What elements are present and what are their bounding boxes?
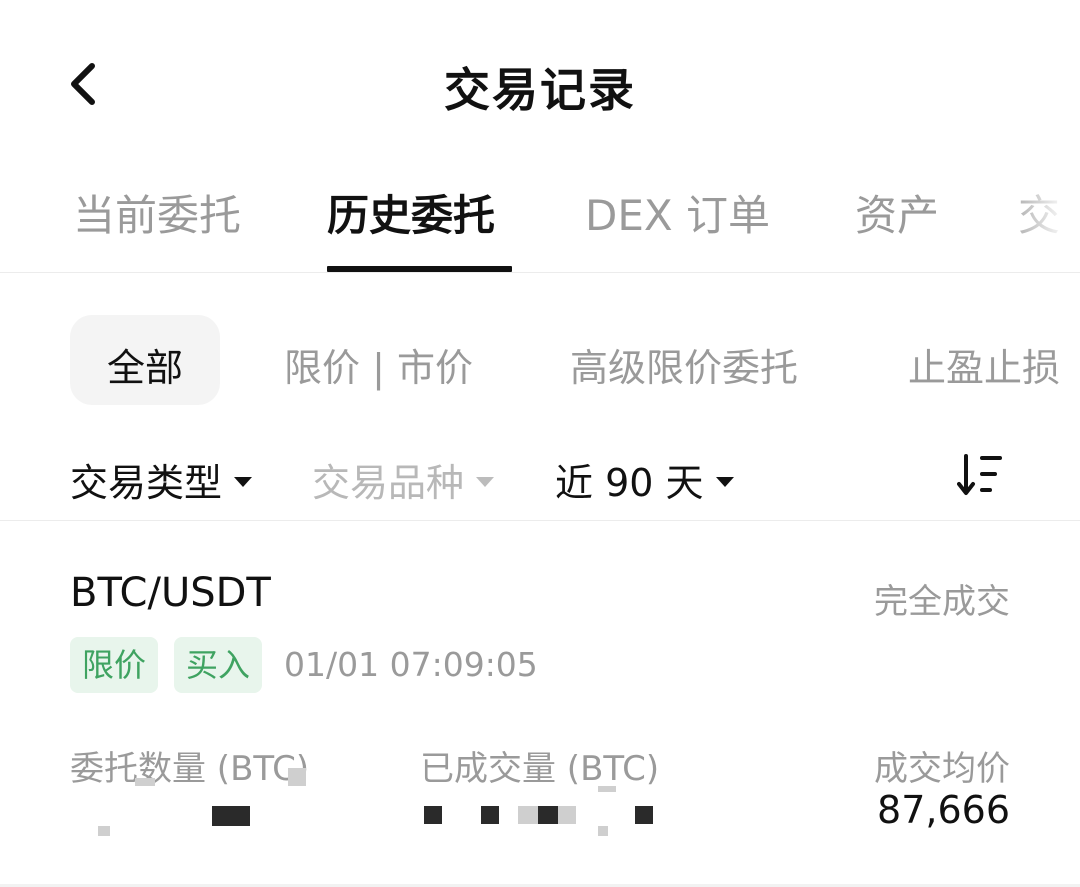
redacted-block [424, 806, 442, 824]
caret-down-icon [476, 476, 495, 487]
chip-all-label: 全部 [106, 346, 183, 390]
tab-order-history[interactable]: 历史委托 [327, 182, 495, 243]
tabs-fade-overlay [1000, 170, 1080, 250]
trade-symbol-dropdown[interactable]: 交易品种 [312, 452, 495, 507]
redacted-block [135, 778, 155, 786]
redacted-block [98, 826, 110, 836]
trade-type-label: 交易类型 [70, 461, 223, 505]
avg-price-value: 87,666 [877, 788, 1010, 832]
tab-current-orders[interactable]: 当前委托 [73, 182, 241, 243]
caret-down-icon [715, 476, 734, 487]
avg-price-label: 成交均价 [874, 749, 1010, 789]
order-side-tag: 买入 [174, 637, 263, 693]
redacted-block [481, 806, 499, 824]
redacted-block [558, 806, 576, 824]
chip-limit-market[interactable]: 限价 | 市价 [284, 337, 473, 392]
redacted-block [598, 786, 616, 792]
redacted-block [598, 826, 608, 836]
redacted-block [288, 768, 306, 786]
tab-dex-orders[interactable]: DEX 订单 [585, 182, 770, 243]
redacted-block [212, 806, 250, 826]
filters-divider [0, 520, 1080, 521]
order-status: 完全成交 [874, 582, 1010, 622]
page-title: 交易记录 [444, 63, 636, 117]
caret-down-icon [234, 476, 253, 487]
order-qty-label: 委托数量 (BTC) [70, 749, 310, 789]
tab-assets[interactable]: 资产 [855, 182, 939, 243]
redacted-block [518, 806, 538, 824]
order-time: 01/01 07:09:05 [284, 645, 538, 684]
filled-qty-label: 已成交量 (BTC) [420, 749, 660, 789]
chip-tp-sl[interactable]: 止盈止损 [908, 337, 1060, 392]
redacted-block [538, 806, 558, 824]
trade-type-dropdown[interactable]: 交易类型 [70, 452, 253, 507]
trade-symbol-label: 交易品种 [312, 461, 465, 505]
sort-descending-icon[interactable] [957, 452, 1003, 498]
redacted-block [635, 806, 653, 824]
order-pair[interactable]: BTC/USDT [70, 570, 271, 616]
tabs-divider [0, 272, 1080, 273]
period-label: 近 90 天 [555, 461, 704, 505]
period-dropdown[interactable]: 近 90 天 [555, 452, 734, 507]
order-type-tag: 限价 [70, 637, 159, 693]
chip-advanced-limit[interactable]: 高级限价委托 [570, 337, 798, 392]
